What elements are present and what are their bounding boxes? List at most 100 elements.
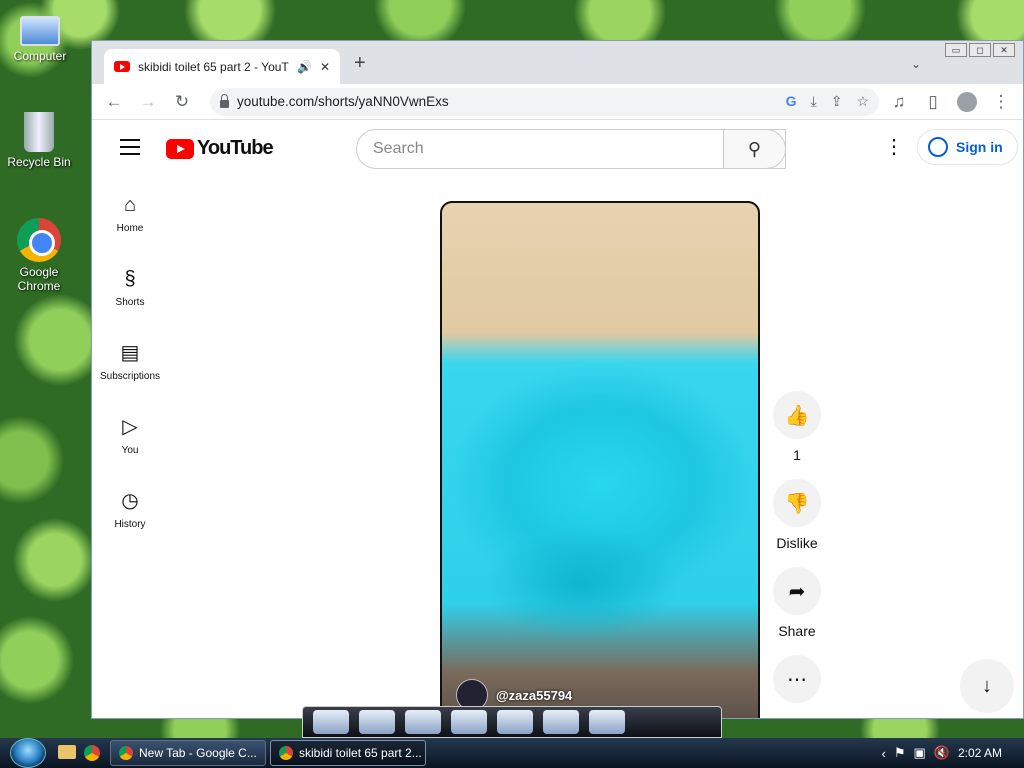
shorts-icon: §: [124, 267, 136, 290]
address-bar[interactable]: youtube.com/shorts/yaNN0VwnExs G ⤓ ⇪ ☆: [210, 87, 879, 116]
tray-expand-icon[interactable]: ‹: [881, 746, 885, 761]
browser-menu-icon[interactable]: ⋮: [987, 88, 1015, 116]
search-input[interactable]: Search: [356, 129, 786, 169]
chrome-icon: [17, 218, 61, 262]
dock-item-trash-icon[interactable]: [589, 710, 625, 734]
google-icon[interactable]: G: [786, 93, 797, 110]
subscriptions-icon: ▤: [120, 341, 140, 364]
chrome-icon[interactable]: [84, 745, 100, 761]
dislike-label: Dislike: [776, 535, 818, 551]
dock-bar: [302, 706, 722, 738]
tab-strip: ▭ ◻ ✕ skibidi toilet 65 part 2 - YouT 🔊 …: [92, 41, 1023, 84]
search-icon: ⚲: [747, 138, 762, 159]
you-icon: ▷: [122, 415, 138, 438]
channel-handle[interactable]: @zaza55794: [496, 688, 572, 703]
tab-youtube-short[interactable]: skibidi toilet 65 part 2 - YouT 🔊 ✕: [104, 49, 340, 84]
guide-label: You: [121, 444, 139, 456]
share-label: Share: [778, 623, 816, 639]
reload-button[interactable]: ↻: [168, 88, 196, 116]
hamburger-menu-icon[interactable]: [120, 139, 140, 155]
guide-item-home[interactable]: ⌂ Home: [92, 177, 168, 251]
youtube-page: YouTube Search ⚲ ⋮ Sign in ⌂ Home § Shor…: [92, 121, 1023, 718]
profile-button[interactable]: [953, 88, 981, 116]
sign-in-button[interactable]: Sign in: [917, 129, 1018, 165]
guide-label: History: [114, 518, 146, 530]
dock-item-globe-icon[interactable]: [359, 710, 395, 734]
guide-sidebar: ⌂ Home § Shorts ▤ Subscriptions ▷ You ◷ …: [92, 177, 168, 547]
desktop-icon-label: Computer: [13, 49, 67, 63]
avatar-icon: [957, 91, 977, 112]
search-button[interactable]: ⚲: [723, 129, 786, 169]
dock-item-tools-icon[interactable]: [543, 710, 579, 734]
tray-security-icon[interactable]: ⚑: [894, 745, 906, 761]
taskbar-button-label: New Tab - Google C...: [139, 746, 257, 760]
desktop-icon-label: Google Chrome: [17, 265, 61, 293]
forward-button[interactable]: →: [134, 88, 162, 116]
thumbs-up-icon: 👍: [784, 404, 810, 427]
back-button[interactable]: ←: [100, 88, 128, 116]
side-panel-icon[interactable]: ▯: [919, 88, 947, 116]
lock-icon[interactable]: [220, 93, 229, 108]
volume-muted-icon[interactable]: 🔇: [934, 745, 950, 761]
computer-icon: [20, 16, 60, 46]
share-page-icon[interactable]: ⇪: [831, 93, 843, 110]
recycle-bin-icon: [24, 112, 54, 152]
browser-toolbar: ← → ↻ youtube.com/shorts/yaNN0VwnExs G ⤓…: [92, 84, 1023, 120]
youtube-logo-text: YouTube: [197, 137, 274, 159]
close-window-button[interactable]: ✕: [993, 43, 1015, 57]
desktop-icon-google-chrome[interactable]: Google Chrome: [1, 218, 77, 293]
tab-search-chevron-icon[interactable]: ⌄: [911, 57, 921, 71]
system-tray: ‹ ⚑ ▣ 🔇 2:02 AM: [881, 745, 1024, 761]
dock-item-documents-icon[interactable]: [405, 710, 441, 734]
minimize-button[interactable]: ▭: [945, 43, 967, 57]
guide-item-subscriptions[interactable]: ▤ Subscriptions: [92, 325, 168, 399]
restore-button[interactable]: ◻: [969, 43, 991, 57]
dislike-button[interactable]: 👎: [773, 479, 821, 527]
youtube-header: YouTube Search ⚲ ⋮ Sign in: [92, 121, 1023, 177]
dock-item-folder-icon[interactable]: [451, 710, 487, 734]
like-count: 1: [793, 447, 801, 463]
url-text[interactable]: youtube.com/shorts/yaNN0VwnExs: [237, 94, 778, 109]
share-button[interactable]: ➦: [773, 567, 821, 615]
chrome-icon: [279, 746, 293, 760]
speaker-icon[interactable]: 🔊: [297, 60, 312, 74]
guide-item-shorts[interactable]: § Shorts: [92, 251, 168, 325]
desktop-icon-label: Recycle Bin: [7, 155, 71, 169]
quick-launch: [58, 745, 100, 761]
short-actions: 👍 1 👎 Dislike ➦ Share ⋯: [772, 391, 822, 703]
omnibox-actions: G ⤓ ⇪ ☆: [786, 93, 869, 110]
guide-item-history[interactable]: ◷ History: [92, 473, 168, 547]
taskbar: New Tab - Google C... skibidi toilet 65 …: [0, 738, 1024, 768]
folder-icon[interactable]: [58, 745, 76, 759]
network-icon[interactable]: ▣: [913, 745, 925, 761]
youtube-logo[interactable]: YouTube: [166, 137, 274, 160]
chrome-icon: [119, 746, 133, 760]
media-controls-icon[interactable]: ♫: [885, 88, 913, 116]
desktop-icon-computer[interactable]: Computer: [2, 10, 78, 63]
next-short-button[interactable]: ↓: [960, 659, 1014, 713]
desktop-icon-recycle-bin[interactable]: Recycle Bin: [1, 112, 77, 169]
settings-kebab-icon[interactable]: ⋮: [884, 137, 904, 157]
guide-label: Shorts: [115, 296, 145, 308]
youtube-favicon-icon: [114, 61, 130, 72]
start-button[interactable]: [10, 738, 46, 768]
taskbar-button-new-tab[interactable]: New Tab - Google C...: [110, 740, 266, 766]
thumbs-down-icon: 👎: [784, 492, 810, 515]
more-horizontal-icon: ⋯: [787, 668, 807, 691]
tab-close-button[interactable]: ✕: [320, 60, 330, 74]
install-icon[interactable]: ⤓: [811, 93, 817, 110]
like-button[interactable]: 👍: [773, 391, 821, 439]
guide-item-you[interactable]: ▷ You: [92, 399, 168, 473]
arrow-down-icon: ↓: [982, 674, 992, 697]
new-tab-button[interactable]: +: [354, 53, 366, 73]
share-arrow-icon: ➦: [788, 580, 806, 603]
dock-item-network-icon[interactable]: [497, 710, 533, 734]
clock[interactable]: 2:02 AM: [958, 746, 1002, 760]
sign-in-label: Sign in: [956, 139, 1003, 155]
dock-item-mail-icon[interactable]: [313, 710, 349, 734]
guide-label: Home: [116, 222, 144, 234]
short-video-player[interactable]: @zaza55794: [440, 201, 760, 718]
taskbar-button-skibidi[interactable]: skibidi toilet 65 part 2...: [270, 740, 426, 766]
more-actions-button[interactable]: ⋯: [773, 655, 821, 703]
bookmark-star-icon[interactable]: ☆: [856, 93, 869, 110]
